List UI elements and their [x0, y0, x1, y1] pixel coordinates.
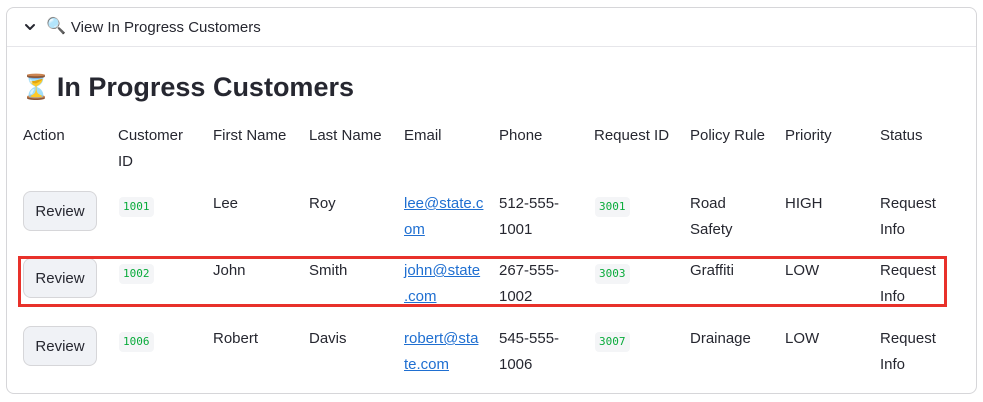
email-link[interactable]: john@state	[404, 258, 480, 284]
last-name: Roy	[309, 195, 336, 212]
col-email: Email	[404, 127, 442, 144]
status: Request	[880, 195, 936, 212]
col-action: Action	[23, 127, 65, 144]
priority: LOW	[785, 262, 820, 279]
first-name: John	[213, 262, 246, 279]
col-request-id: Request ID	[594, 127, 670, 144]
col-phone: Phone	[499, 127, 543, 144]
chevron-down-icon[interactable]	[23, 20, 37, 34]
col-first-name: First Name	[213, 127, 287, 144]
policy-rule: Graffiti	[690, 262, 734, 279]
status: Request	[880, 262, 936, 279]
last-name: Davis	[309, 330, 347, 347]
email-link-cont[interactable]: om	[404, 217, 425, 243]
request-id-code: 3001	[595, 197, 630, 217]
first-name: Lee	[213, 195, 239, 212]
email-link-cont[interactable]: .com	[404, 284, 437, 310]
customer-id-code: 1006	[119, 332, 154, 352]
customer-id-code: 1002	[119, 264, 154, 284]
page-title-text: In Progress Customers	[56, 72, 354, 102]
phone: 512-555-	[499, 195, 560, 212]
review-button[interactable]: Review	[23, 326, 97, 366]
status-cont: Info	[880, 288, 906, 305]
policy-rule: Road	[690, 195, 726, 212]
email-link-cont[interactable]: te.com	[404, 352, 449, 378]
first-name: Robert	[213, 330, 259, 347]
phone-cont: 1006	[499, 356, 533, 373]
col-customer-id-2: ID	[118, 153, 133, 170]
review-button[interactable]: Review	[23, 191, 97, 231]
request-id-code: 3003	[595, 264, 630, 284]
phone: 545-555-	[499, 330, 560, 347]
priority: HIGH	[785, 195, 823, 212]
status: Request	[880, 330, 936, 347]
phone-cont: 1001	[499, 221, 533, 238]
search-icon: 🔍	[46, 18, 66, 35]
col-last-name: Last Name	[309, 127, 382, 144]
status-cont: Info	[880, 221, 906, 238]
email-link[interactable]: lee@state.c	[404, 191, 483, 217]
phone-cont: 1002	[499, 288, 533, 305]
policy-rule-cont: Safety	[690, 221, 733, 238]
priority: LOW	[785, 330, 820, 347]
customer-id-code: 1001	[119, 197, 154, 217]
review-button[interactable]: Review	[23, 258, 97, 298]
phone: 267-555-	[499, 262, 560, 279]
policy-rule: Drainage	[690, 330, 751, 347]
hourglass-icon: ⏳	[21, 73, 51, 101]
request-id-code: 3007	[595, 332, 630, 352]
col-status: Status	[880, 127, 923, 144]
col-customer-id: Customer	[118, 127, 184, 144]
expander-title[interactable]: View In Progress Customers	[71, 19, 261, 36]
col-priority: Priority	[785, 127, 832, 144]
expander-header[interactable]: 🔍 View In Progress Customers	[7, 8, 976, 47]
page-title: ⏳ In Progress Customers	[21, 72, 354, 103]
last-name: Smith	[309, 262, 348, 279]
col-policy-rule: Policy Rule	[690, 127, 766, 144]
email-link[interactable]: robert@sta	[404, 326, 478, 352]
status-cont: Info	[880, 356, 906, 373]
